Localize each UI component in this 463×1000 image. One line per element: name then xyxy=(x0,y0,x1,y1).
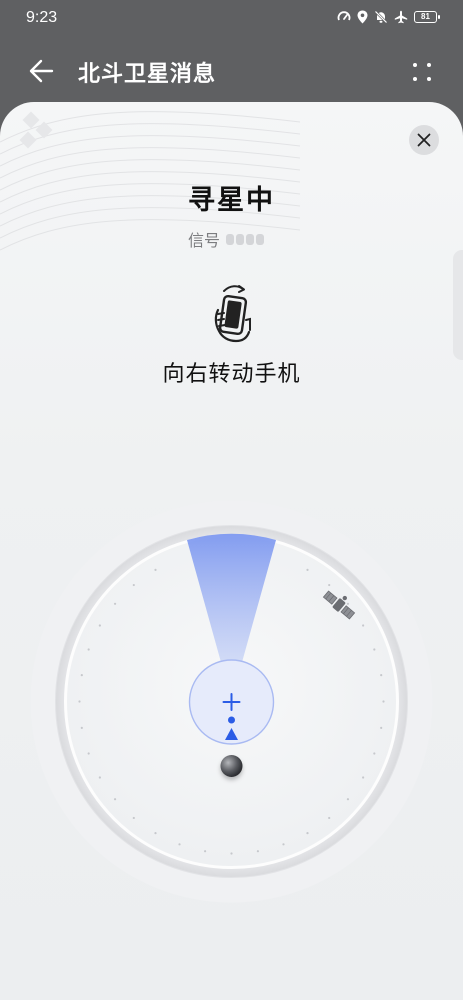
compass-tick xyxy=(87,648,90,651)
status-time: 9:23 xyxy=(26,9,58,26)
compass-tick xyxy=(154,832,157,835)
signal-strength-bars xyxy=(226,233,265,245)
compass-tick xyxy=(204,850,207,853)
status-bar: 9:23 81 xyxy=(0,0,463,36)
compass-tick xyxy=(113,798,117,801)
more-options-button[interactable] xyxy=(411,60,435,84)
battery-icon: 81 xyxy=(414,11,440,23)
compass-tick xyxy=(346,602,350,605)
compass-tick xyxy=(178,843,181,846)
compass-tick xyxy=(98,776,101,779)
app-header: 北斗卫星消息 xyxy=(0,40,463,102)
signal-bar xyxy=(226,233,235,245)
compass-tick xyxy=(80,674,83,677)
compass-tick xyxy=(282,843,285,846)
compass-tick xyxy=(346,798,350,801)
compass-tick xyxy=(154,568,157,571)
side-handle xyxy=(453,250,463,360)
compass-tick xyxy=(306,832,309,835)
compass-tick xyxy=(380,726,383,729)
compass-tick xyxy=(256,850,259,853)
tilt-ball xyxy=(220,755,243,777)
compass-tick xyxy=(78,700,81,703)
bell-off-icon xyxy=(374,10,388,24)
satellite-search-sheet: 寻星中 信号 向右转动手机 xyxy=(0,102,463,1000)
signal-bar xyxy=(256,233,265,245)
compass-tick xyxy=(328,816,331,820)
compass-tick xyxy=(382,700,385,703)
rotate-phone-icon xyxy=(214,285,251,343)
compass-tick xyxy=(113,602,117,605)
compass-tick xyxy=(362,624,365,627)
rotation-instruction: 向右转动手机 xyxy=(162,362,301,387)
compass-tick xyxy=(132,816,135,820)
compass-tick xyxy=(87,752,90,755)
page-title: 北斗卫星消息 xyxy=(78,62,217,87)
signal-indicator: 信号 xyxy=(188,227,265,251)
compass-tick xyxy=(373,752,376,755)
speedometer-icon xyxy=(337,11,351,21)
signal-bar xyxy=(246,233,255,245)
airplane-icon xyxy=(394,10,408,24)
signal-label: 信号 xyxy=(188,231,221,250)
close-button[interactable] xyxy=(409,125,439,155)
position-dot xyxy=(228,716,235,724)
location-icon xyxy=(357,10,368,24)
status-icons: 81 xyxy=(337,10,440,24)
compass-tick xyxy=(98,624,101,627)
compass-tick xyxy=(230,852,233,855)
search-status-title: 寻星中 xyxy=(188,185,275,216)
compass-tick xyxy=(373,648,376,651)
close-icon xyxy=(417,133,431,147)
arrow-left-icon xyxy=(29,59,54,83)
satellite-compass xyxy=(30,500,433,903)
back-button[interactable] xyxy=(24,56,60,86)
signal-bar xyxy=(236,233,245,245)
compass-tick xyxy=(80,726,83,729)
compass-tick xyxy=(380,674,383,677)
compass-tick xyxy=(362,776,365,779)
compass-tick xyxy=(132,583,135,587)
compass-tick xyxy=(328,583,331,587)
compass-tick xyxy=(306,568,309,571)
more-dots-icon xyxy=(413,63,417,67)
